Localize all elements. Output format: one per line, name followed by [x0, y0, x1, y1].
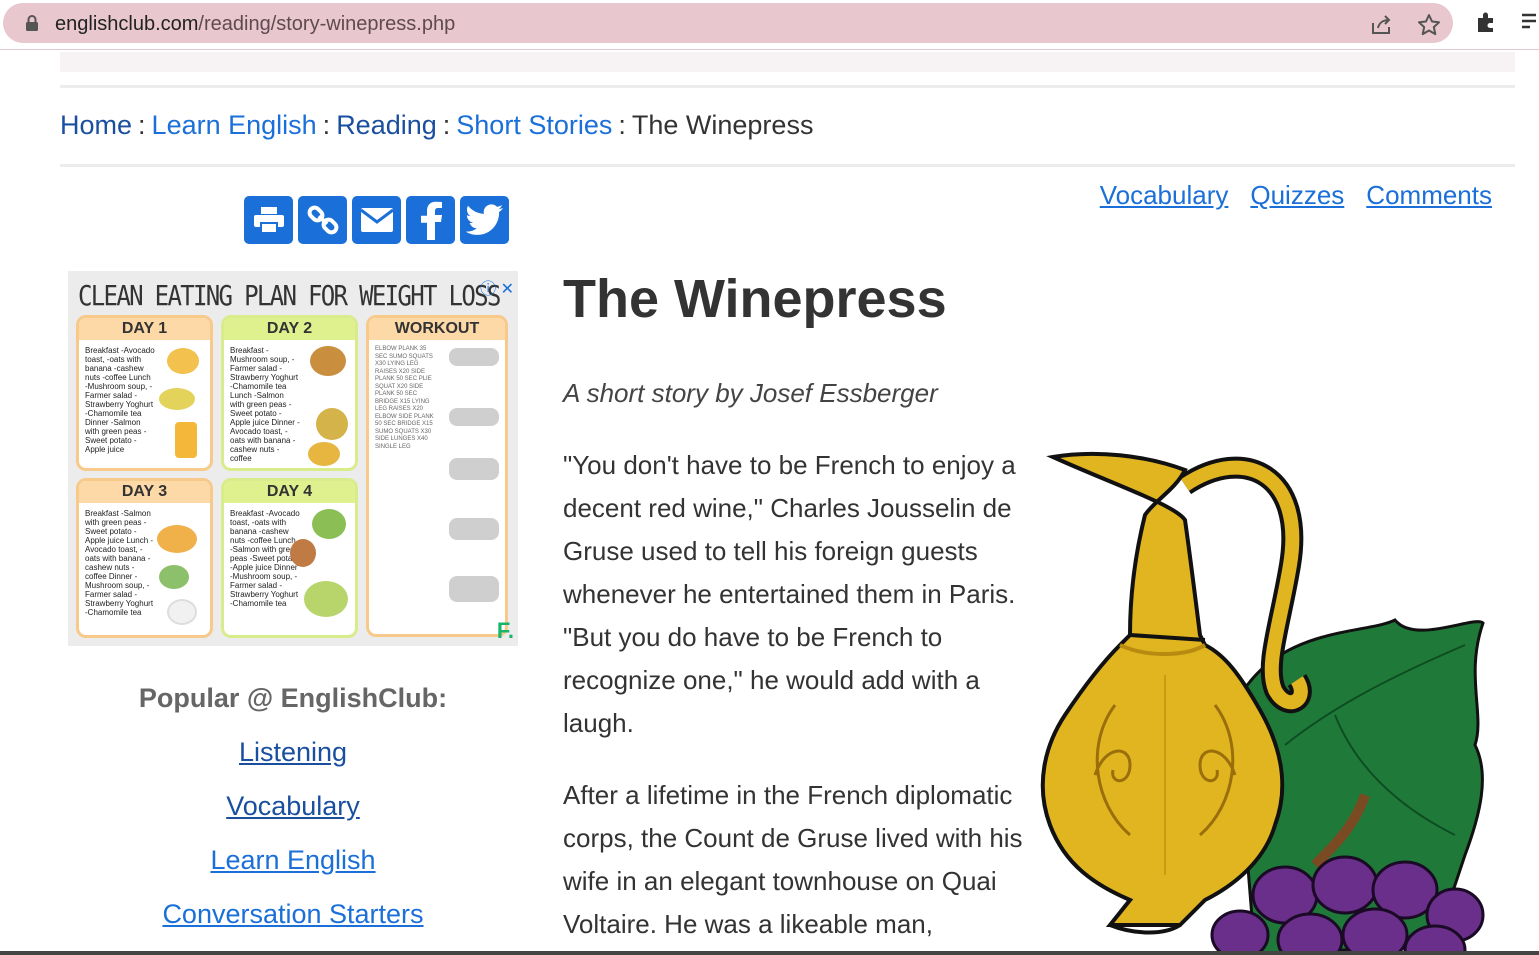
- ad-card-day3: DAY 3 Breakfast -Salmon with green peas …: [76, 478, 213, 638]
- exercise-image: [449, 348, 499, 366]
- food-image: [175, 422, 197, 458]
- ad-card-text: Breakfast -Salmon with green peas -Sweet…: [85, 509, 154, 617]
- ad-card-day2: DAY 2 Breakfast -Mushroom soup, -Farmer …: [221, 315, 358, 471]
- ad-card-heading: DAY 3: [79, 481, 210, 503]
- story-tabs: Vocabulary Quizzes Comments: [1100, 180, 1492, 211]
- food-image: [159, 388, 195, 410]
- twitter-button[interactable]: [460, 196, 509, 244]
- address-bar[interactable]: englishclub.com/reading/story-winepress.…: [3, 3, 1453, 43]
- food-image: [290, 539, 316, 567]
- page-title: The Winepress: [563, 269, 947, 329]
- ad-card-text: Breakfast -Avocado toast, -oats with ban…: [230, 509, 300, 608]
- ad-close-icon[interactable]: ⓘ ✕: [480, 275, 514, 299]
- ad-card-day4: DAY 4 Breakfast -Avocado toast, -oats wi…: [221, 478, 358, 638]
- email-button[interactable]: [352, 196, 401, 244]
- popular-link-listening[interactable]: Listening: [68, 737, 518, 768]
- ad-card-heading: DAY 2: [224, 318, 355, 340]
- share-icon[interactable]: [1369, 13, 1393, 37]
- ad-title: CLEAN EATING PLAN FOR WEIGHT LOSS: [78, 279, 501, 312]
- breadcrumb-separator: :: [322, 110, 331, 140]
- print-button[interactable]: [244, 196, 293, 244]
- browser-toolbar: englishclub.com/reading/story-winepress.…: [0, 0, 1539, 50]
- star-icon[interactable]: [1417, 13, 1441, 37]
- ad-logo: F.: [496, 618, 514, 643]
- food-image: [304, 581, 348, 617]
- ad-card-day1: DAY 1 Breakfast -Avocado toast, -oats wi…: [76, 315, 213, 471]
- wine-jug-illustration: [1040, 451, 1485, 955]
- breadcrumb-separator: :: [138, 110, 146, 140]
- food-image: [157, 525, 197, 553]
- food-image: [159, 565, 189, 589]
- tab-vocabulary[interactable]: Vocabulary: [1100, 180, 1229, 211]
- url-text[interactable]: englishclub.com/reading/story-winepress.…: [55, 13, 455, 36]
- url-path: /reading/story-winepress.php: [198, 13, 456, 35]
- facebook-button[interactable]: [406, 196, 455, 244]
- food-image: [310, 346, 346, 376]
- exercise-image: [449, 576, 499, 602]
- breadcrumb: Home: Learn English: Reading: Short Stories…: [60, 110, 813, 141]
- ad-card-text: Breakfast -Avocado toast, -oats with ban…: [85, 346, 155, 454]
- breadcrumb-home[interactable]: Home: [60, 110, 132, 140]
- reading-list-icon[interactable]: [1520, 10, 1539, 34]
- popular-link-learn-english[interactable]: Learn English: [68, 845, 518, 876]
- ad-card-heading: WORKOUT: [369, 318, 505, 340]
- copy-link-icon: [307, 205, 338, 235]
- window-bottom-edge: [0, 951, 1539, 955]
- divider: [60, 164, 1515, 167]
- exercise-image: [449, 458, 499, 480]
- byline: A short story by Josef Essberger: [563, 378, 938, 408]
- ad-card-text: Breakfast -Mushroom soup, -Farmer salad …: [230, 346, 300, 463]
- story-paragraph: After a lifetime in the French diplomati…: [563, 780, 1023, 939]
- divider: [60, 85, 1515, 88]
- breadcrumb-current: The Winepress: [631, 110, 814, 140]
- popular-link-vocabulary[interactable]: Vocabulary: [68, 791, 518, 822]
- ad-card-text: ELBOW PLANK 35 SEC SUMO SQUATS X30 LYING…: [375, 346, 434, 450]
- ad-card-heading: DAY 4: [224, 481, 355, 503]
- copy-link-button[interactable]: [298, 196, 347, 244]
- breadcrumb-short-stories[interactable]: Short Stories: [456, 110, 612, 140]
- breadcrumb-separator: :: [442, 110, 451, 140]
- extensions-icon[interactable]: [1474, 10, 1498, 34]
- exercise-image: [449, 408, 499, 426]
- tab-quizzes[interactable]: Quizzes: [1250, 180, 1344, 211]
- food-image: [312, 509, 346, 539]
- facebook-icon: [420, 201, 442, 240]
- breadcrumb-separator: :: [618, 110, 626, 140]
- email-icon: [359, 208, 394, 232]
- share-buttons: [244, 196, 509, 244]
- exercise-image: [449, 518, 499, 540]
- tab-comments[interactable]: Comments: [1366, 180, 1492, 211]
- food-image: [167, 348, 199, 374]
- popular-link-conversation-starters[interactable]: Conversation Starters: [68, 899, 518, 930]
- story-paragraph: "You don't have to be French to enjoy a …: [563, 450, 1016, 738]
- twitter-icon: [465, 204, 503, 235]
- food-image: [316, 408, 348, 440]
- print-icon: [253, 207, 284, 234]
- breadcrumb-learn-english[interactable]: Learn English: [152, 110, 317, 140]
- food-image: [167, 599, 197, 625]
- food-image: [308, 442, 340, 466]
- url-host: englishclub.com: [55, 13, 199, 35]
- lock-icon[interactable]: [25, 15, 39, 31]
- ad-card-workout: WORKOUT ELBOW PLANK 35 SEC SUMO SQUATS X…: [366, 315, 508, 637]
- popular-heading: Popular @ EnglishClub:: [138, 683, 448, 713]
- advertisement[interactable]: CLEAN EATING PLAN FOR WEIGHT LOSS ⓘ ✕ DA…: [68, 271, 518, 646]
- ad-card-heading: DAY 1: [79, 318, 210, 340]
- breadcrumb-reading[interactable]: Reading: [336, 110, 437, 140]
- header-strip: [60, 52, 1515, 72]
